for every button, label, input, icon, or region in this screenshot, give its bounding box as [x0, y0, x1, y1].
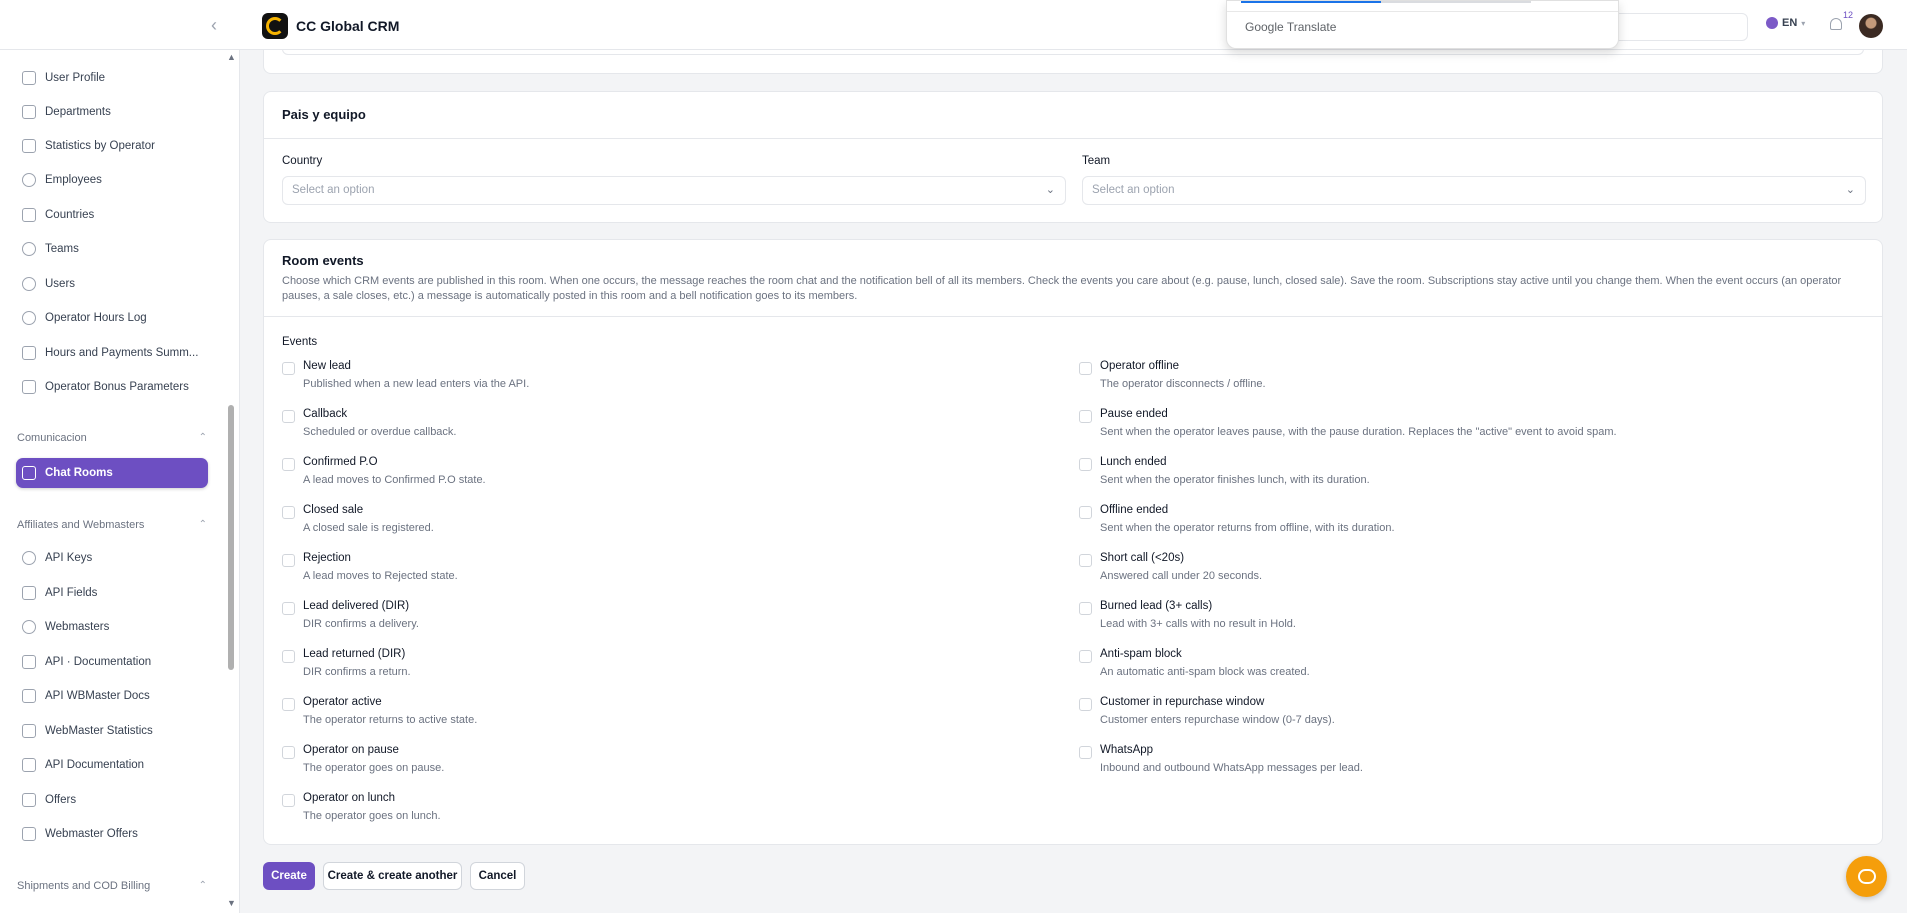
chat-icon [22, 466, 36, 480]
event-checkbox[interactable] [282, 602, 295, 615]
event-checkbox[interactable] [1079, 650, 1092, 663]
event-checkbox[interactable] [282, 458, 295, 471]
gift-icon [22, 827, 36, 841]
event-checkbox[interactable] [282, 794, 295, 807]
sidebar-item-users[interactable]: Users [16, 270, 208, 298]
sidebar-group-comunicacion[interactable]: Comunicacion ⌃ [17, 432, 207, 444]
building-icon [22, 105, 36, 119]
user-avatar[interactable] [1859, 14, 1883, 38]
app-title: CC Global CRM [296, 18, 400, 34]
google-translate-popup: Google Translate [1226, 0, 1619, 49]
chevron-up-icon: ⌃ [198, 519, 207, 530]
sidebar-item-webmasters[interactable]: Webmasters [16, 613, 208, 641]
sidebar-group-affiliates[interactable]: Affiliates and Webmasters ⌃ [17, 519, 207, 531]
app-logo-icon [262, 13, 288, 39]
sidebar-item-offers[interactable]: Offers [16, 786, 208, 814]
event-checkbox[interactable] [282, 506, 295, 519]
bookmark-icon [22, 758, 36, 772]
sliders-icon [22, 586, 36, 600]
room-events-panel: Room events Choose which CRM events are … [263, 239, 1883, 845]
sidebar-item-api-documentation[interactable]: API Documentation [16, 751, 208, 779]
chat-support-button[interactable] [1846, 856, 1887, 897]
chevron-up-icon: ⌃ [198, 432, 207, 443]
language-switcher[interactable]: EN ▾ [1766, 17, 1805, 29]
event-checkbox[interactable] [1079, 698, 1092, 711]
sidebar-item-api-documentation-dot[interactable]: API · Documentation [16, 648, 208, 676]
sidebar-item-chat-rooms[interactable]: Chat Rooms [16, 458, 208, 488]
event-checkbox[interactable] [282, 698, 295, 711]
chevron-up-icon: ⌃ [198, 880, 207, 891]
event-checkbox[interactable] [1079, 746, 1092, 759]
event-checkbox[interactable] [282, 650, 295, 663]
sidebar-item-operator-hours-log[interactable]: Operator Hours Log [16, 304, 208, 332]
sidebar-item-user-profile[interactable]: User Profile [16, 64, 208, 92]
trend-chart-icon [22, 724, 36, 738]
briefcase-icon [22, 793, 36, 807]
sidebar-item-hours-and-payments[interactable]: Hours and Payments Summ... [16, 339, 208, 367]
key-icon [22, 551, 36, 565]
collapse-sidebar-chevron-left-icon[interactable]: ‹ [204, 15, 224, 35]
sidebar-item-teams[interactable]: Teams [16, 235, 208, 263]
sidebar-item-operator-bonus-parameters[interactable]: Operator Bonus Parameters [16, 373, 208, 401]
sidebar-item-api-fields[interactable]: API Fields [16, 579, 208, 607]
create-button[interactable]: Create [263, 862, 315, 890]
brand[interactable]: CC Global CRM [262, 13, 399, 39]
create-and-create-another-button[interactable]: Create & create another [323, 862, 462, 890]
notification-count-badge: 12 [1843, 10, 1854, 20]
book-icon [22, 689, 36, 703]
globe-icon [22, 620, 36, 634]
section-title: Pais y equipo [282, 107, 366, 122]
chevron-down-icon: ▾ [1801, 18, 1806, 28]
country-label: Country [282, 155, 323, 167]
room-events-description: Choose which CRM events are published in… [282, 275, 1842, 302]
sidebar-item-api-keys[interactable]: API Keys [16, 544, 208, 572]
event-checkbox[interactable] [282, 746, 295, 759]
sidebar: User Profile Departments Statistics by O… [0, 50, 240, 913]
event-checkbox[interactable] [1079, 458, 1092, 471]
sidebar-group-shipments[interactable]: Shipments and COD Billing ⌃ [17, 880, 207, 892]
language-code: EN [1782, 17, 1798, 29]
sidebar-item-statistics-by-operator[interactable]: Statistics by Operator [16, 132, 208, 160]
scroll-up-arrow-icon[interactable]: ▲ [227, 52, 236, 62]
user-icon [22, 277, 36, 291]
team-select[interactable]: Select an option ⌄ [1082, 176, 1866, 205]
globe-icon [1766, 17, 1778, 29]
user-circle-icon [22, 173, 36, 187]
clock-icon [22, 311, 36, 325]
sidebar-item-countries[interactable]: Countries [16, 201, 208, 229]
country-team-panel: Pais y equipo Country Select an option ⌄… [263, 91, 1883, 223]
team-label: Team [1082, 155, 1111, 167]
events-label: Events [282, 336, 318, 348]
event-checkbox[interactable] [1079, 362, 1092, 375]
event-checkbox[interactable] [1079, 506, 1092, 519]
sidebar-item-employees[interactable]: Employees [16, 166, 208, 194]
chat-bubble-icon [1857, 869, 1876, 884]
event-checkbox[interactable] [282, 554, 295, 567]
sidebar-item-webmaster-offers[interactable]: Webmaster Offers [16, 820, 208, 848]
cancel-button[interactable]: Cancel [470, 862, 525, 890]
users-icon [22, 242, 36, 256]
event-checkbox[interactable] [1079, 410, 1092, 423]
event-checkbox[interactable] [1079, 602, 1092, 615]
section-title: Room events [282, 253, 364, 268]
user-card-icon [22, 71, 36, 85]
book-open-icon [22, 655, 36, 669]
event-checkbox[interactable] [282, 410, 295, 423]
sidebar-scrollbar-thumb[interactable] [228, 405, 234, 670]
event-checkbox[interactable] [282, 362, 295, 375]
chevron-down-icon: ⌄ [1045, 184, 1055, 196]
sidebar-item-webmaster-statistics[interactable]: WebMaster Statistics [16, 717, 208, 745]
chevron-down-icon: ⌄ [1845, 184, 1855, 196]
scroll-down-arrow-icon[interactable]: ▼ [227, 898, 236, 908]
bar-chart-icon [22, 139, 36, 153]
event-checkbox[interactable] [1079, 554, 1092, 567]
top-bar: ‹ CC Global CRM ch EN ▾ 12 [0, 0, 1907, 50]
clipboard-icon [22, 380, 36, 394]
sidebar-item-api-wbmaster-docs[interactable]: API WBMaster Docs [16, 682, 208, 710]
money-icon [22, 346, 36, 360]
sidebar-item-departments[interactable]: Departments [16, 98, 208, 126]
country-select[interactable]: Select an option ⌄ [282, 176, 1066, 205]
flag-icon [22, 208, 36, 222]
google-translate-label: Google Translate [1245, 20, 1337, 34]
